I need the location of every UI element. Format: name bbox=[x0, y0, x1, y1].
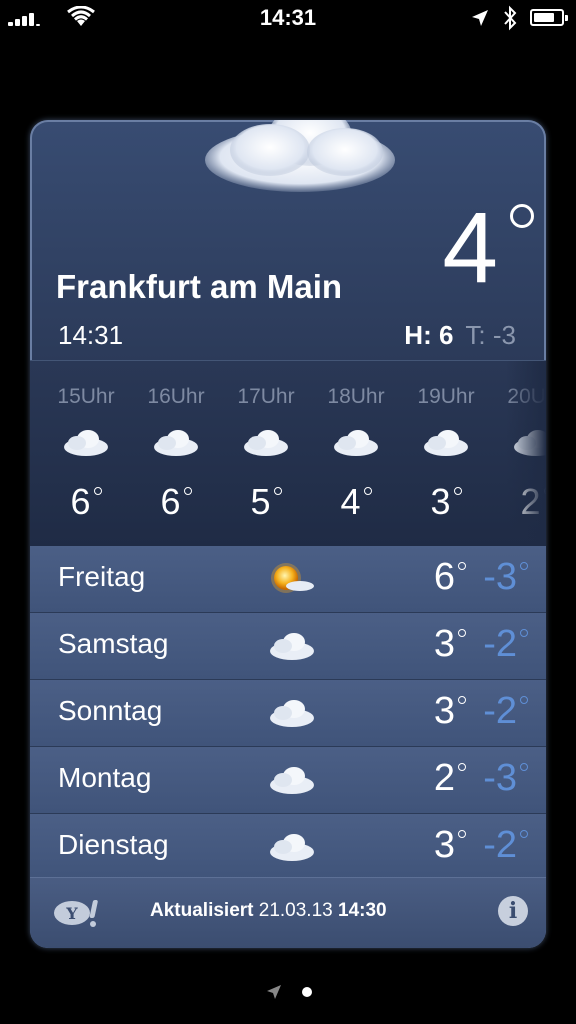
page-indicator[interactable] bbox=[0, 978, 576, 1008]
info-button[interactable]: i bbox=[498, 896, 528, 926]
current-temperature: 4 bbox=[442, 192, 498, 304]
location-arrow-icon bbox=[472, 10, 488, 26]
day-name: Sonntag bbox=[58, 695, 163, 726]
hour-label: 19Uhr bbox=[417, 385, 475, 408]
day-high: 6 bbox=[434, 556, 466, 599]
battery-icon bbox=[530, 9, 568, 26]
day-name: Samstag bbox=[58, 628, 169, 659]
bluetooth-icon bbox=[504, 5, 517, 31]
daily-forecast: Freitag 6 -3 Samstag 3 -2 Sonntag 3 -2 M… bbox=[30, 546, 546, 881]
day-name: Dienstag bbox=[58, 829, 169, 860]
scroll-fade bbox=[506, 361, 546, 546]
day-high: 3 bbox=[434, 690, 466, 733]
cloudy-icon bbox=[244, 430, 288, 456]
low-temp: T: -3 bbox=[465, 320, 516, 350]
high-low-temps: H: 6 T: -3 bbox=[404, 320, 516, 351]
day-low: -3 bbox=[483, 556, 528, 599]
day-high: 3 bbox=[434, 824, 466, 867]
cloudy-icon bbox=[270, 633, 314, 660]
card-footer: Y Aktualisiert 21.03.13 14:30 i bbox=[30, 877, 546, 948]
day-name: Freitag bbox=[58, 561, 146, 592]
day-high: 3 bbox=[434, 623, 466, 666]
hour-label: 18Uhr bbox=[327, 385, 385, 408]
forecast-row-sonntag[interactable]: Sonntag 3 -2 bbox=[30, 680, 546, 747]
day-high: 2 bbox=[434, 757, 466, 800]
hourly-forecast[interactable]: 15Uhr 6 16Uhr 6 17Uhr 5 18Uhr 4 19Uhr 3 … bbox=[30, 360, 546, 547]
forecast-row-samstag[interactable]: Samstag 3 -2 bbox=[30, 613, 546, 680]
cloudy-icon bbox=[270, 834, 314, 861]
hour-temp: 4 bbox=[316, 481, 396, 523]
cloud-icon bbox=[205, 120, 395, 192]
degree-symbol bbox=[510, 204, 534, 228]
forecast-row-montag[interactable]: Montag 2 -3 bbox=[30, 747, 546, 814]
city-name: Frankfurt am Main bbox=[56, 268, 343, 305]
weather-card[interactable]: 4 Frankfurt am Main 14:31 H: 6 T: -3 15Uh… bbox=[30, 120, 546, 948]
day-low: -2 bbox=[483, 690, 528, 733]
svg-text:Y: Y bbox=[65, 904, 78, 923]
hour-temp: 5 bbox=[226, 481, 306, 523]
cloudy-icon bbox=[64, 430, 108, 456]
sun-cloud-icon bbox=[271, 563, 314, 593]
hour-temp: 6 bbox=[136, 481, 216, 523]
day-name: Montag bbox=[58, 762, 152, 793]
cloudy-icon bbox=[270, 767, 314, 794]
location-arrow-icon bbox=[267, 985, 281, 999]
page-dot-active bbox=[302, 987, 312, 997]
hour-label: 16Uhr bbox=[147, 385, 205, 408]
cloudy-icon bbox=[424, 430, 468, 456]
hour-label: 15Uhr bbox=[57, 385, 115, 408]
hour-temp: 6 bbox=[46, 481, 126, 523]
cloudy-icon bbox=[270, 700, 314, 727]
local-time: 14:31 bbox=[58, 320, 124, 350]
last-updated: Aktualisiert 21.03.13 14:30 bbox=[150, 900, 387, 921]
forecast-row-dienstag[interactable]: Dienstag 3 -2 bbox=[30, 814, 546, 881]
forecast-row-freitag[interactable]: Freitag 6 -3 bbox=[30, 546, 546, 613]
yahoo-logo-icon[interactable]: Y bbox=[52, 896, 106, 930]
status-bar: 14:31 bbox=[0, 0, 576, 40]
day-low: -2 bbox=[483, 824, 528, 867]
cloudy-icon bbox=[334, 430, 378, 456]
cloudy-icon bbox=[154, 430, 198, 456]
high-temp: H: 6 bbox=[404, 320, 454, 350]
day-low: -3 bbox=[483, 757, 528, 800]
day-low: -2 bbox=[483, 623, 528, 666]
hour-label: 17Uhr bbox=[237, 385, 295, 408]
hour-temp: 3 bbox=[406, 481, 486, 523]
